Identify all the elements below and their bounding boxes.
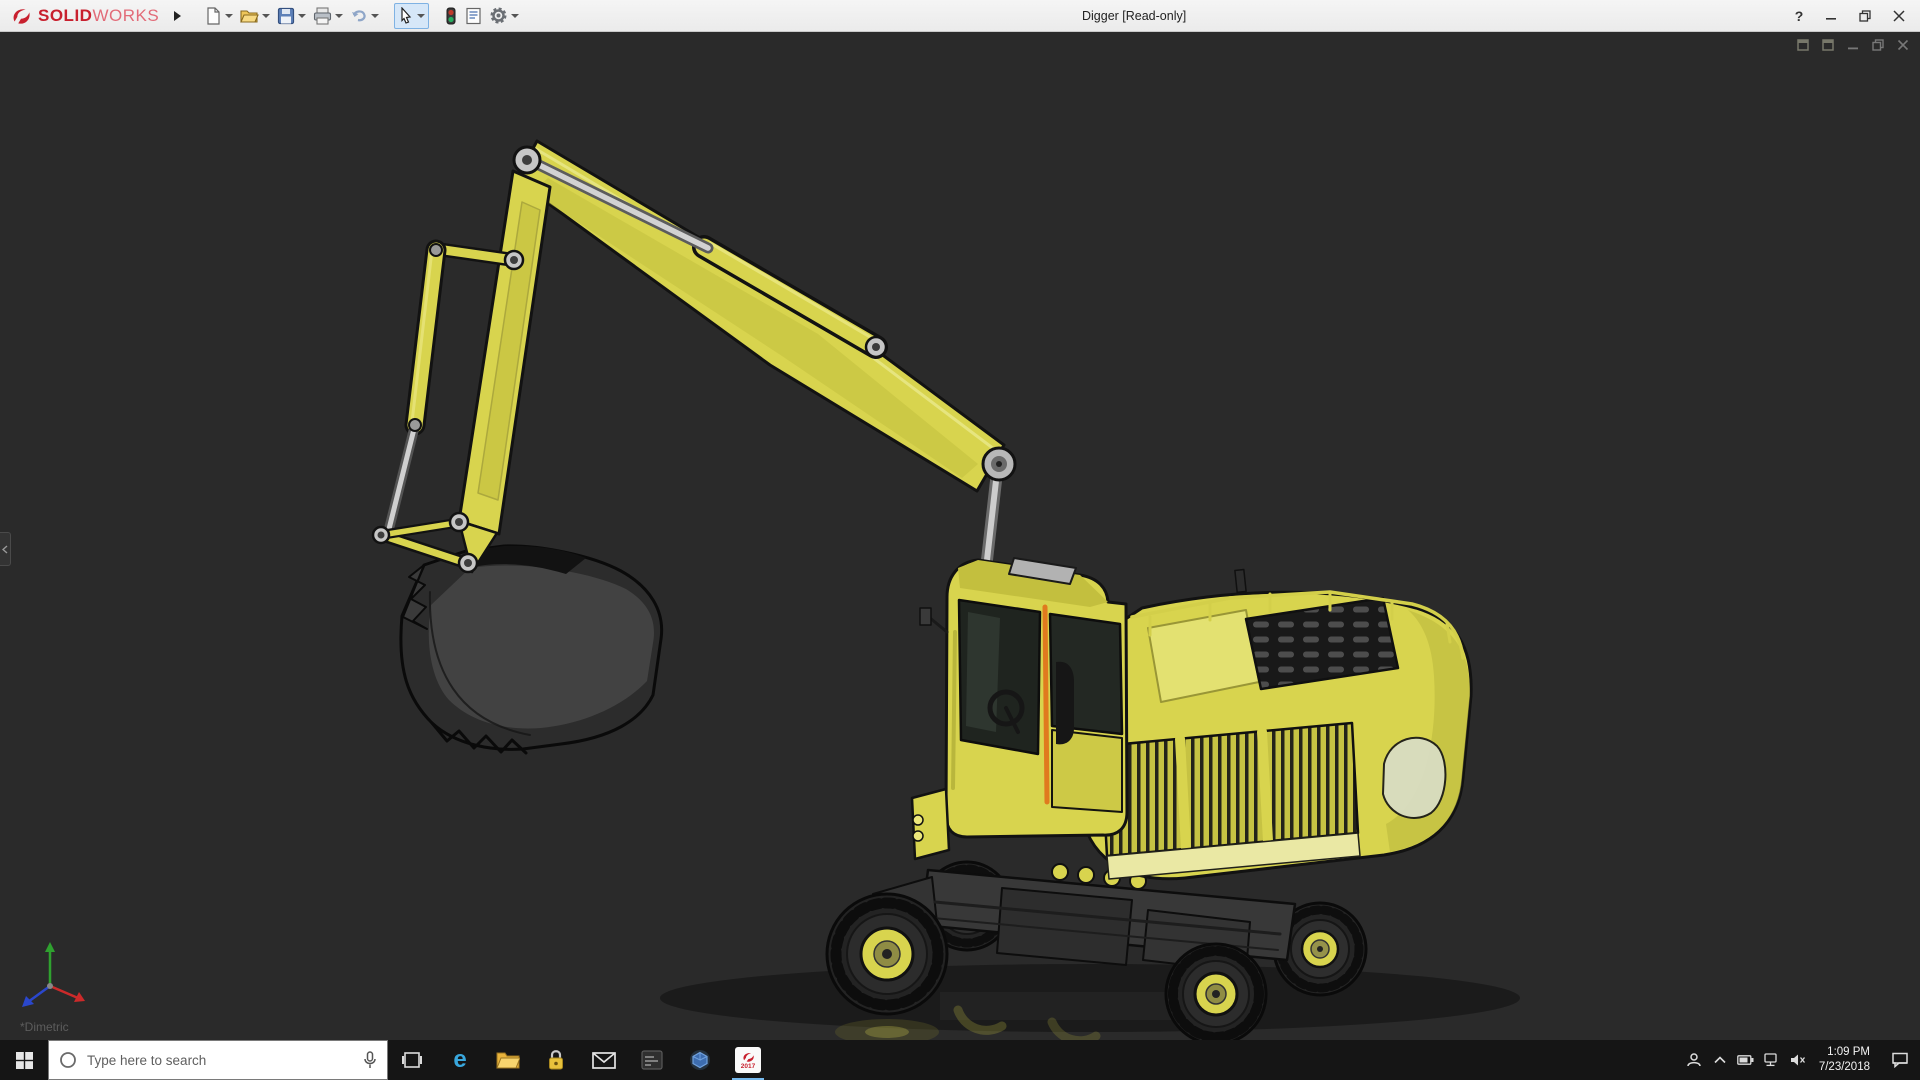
dropdown-caret[interactable]	[225, 13, 234, 18]
terminal-app-button[interactable]	[628, 1040, 676, 1080]
child-window-icon-1[interactable]	[1796, 38, 1810, 52]
file-explorer-button[interactable]	[484, 1040, 532, 1080]
windows-logo-icon	[15, 1051, 33, 1069]
file-properties-icon	[466, 7, 481, 24]
dropdown-caret[interactable]	[298, 13, 307, 18]
cad-viewer-app-button[interactable]	[676, 1040, 724, 1080]
start-button[interactable]	[0, 1040, 48, 1080]
gear-icon	[490, 7, 507, 24]
dropdown-caret[interactable]	[335, 13, 344, 18]
ethernet-icon	[1764, 1053, 1777, 1067]
search-placeholder: Type here to search	[87, 1052, 207, 1068]
file-properties-button[interactable]	[462, 3, 485, 29]
orientation-triad[interactable]	[12, 928, 92, 1014]
clock-date: 7/23/2018	[1818, 1061, 1870, 1073]
chevron-up-icon	[1714, 1056, 1726, 1064]
open-folder-icon	[240, 9, 260, 23]
ds-logo-icon	[13, 8, 30, 24]
action-center-button[interactable]	[1880, 1040, 1920, 1080]
new-document-button[interactable]	[201, 3, 236, 29]
battery-icon	[1737, 1055, 1754, 1065]
select-cursor-icon	[401, 7, 412, 24]
window-title: Digger [Read-only]	[1081, 8, 1187, 23]
clock-time: 1:09 PM	[1827, 1046, 1870, 1059]
open-button[interactable]	[237, 3, 273, 29]
blue-cube-icon	[690, 1050, 710, 1070]
dropdown-caret[interactable]	[417, 13, 426, 18]
chevron-left-icon	[2, 544, 8, 554]
standard-toolbar	[201, 2, 522, 29]
file-explorer-icon	[496, 1052, 520, 1069]
speaker-icon	[1790, 1054, 1805, 1066]
print-icon	[314, 6, 332, 25]
close-button[interactable]	[1884, 4, 1914, 28]
terminal-icon	[641, 1050, 663, 1070]
mail-envelope-icon	[592, 1051, 616, 1069]
edge-browser-button[interactable]: e	[436, 1040, 484, 1080]
minimize-icon	[1826, 17, 1836, 20]
task-view-button[interactable]	[388, 1040, 436, 1080]
solidworks-year-label: 2017	[740, 1062, 756, 1070]
expand-arrow-icon	[173, 10, 181, 21]
system-tray: 1:09 PM 7/23/2018	[1681, 1040, 1920, 1080]
view-orientation-label: *Dimetric	[20, 1020, 69, 1034]
notification-bubble-icon	[1892, 1052, 1908, 1068]
titlebar: SOLIDWORKS Digger [Read-only] ?	[0, 0, 1920, 32]
security-app-button[interactable]	[532, 1040, 580, 1080]
rebuild-button[interactable]	[441, 3, 461, 29]
minimize-button[interactable]	[1816, 4, 1846, 28]
volume-tray-button[interactable]	[1785, 1040, 1811, 1080]
taskbar: Type here to search e 2017 1:09 PM 7/23/…	[0, 1040, 1920, 1080]
child-window-icon-2[interactable]	[1821, 38, 1835, 52]
save-button[interactable]	[274, 3, 309, 29]
solidworks-logo: SOLIDWORKS	[6, 5, 167, 27]
rebuild-stoplight-icon	[446, 7, 456, 24]
save-icon	[278, 7, 295, 24]
cortana-circle-icon	[60, 1052, 76, 1068]
new-document-icon	[207, 6, 220, 25]
feature-panel-collapse-arrow[interactable]	[0, 532, 11, 566]
child-close-icon[interactable]	[1896, 38, 1910, 52]
search-input[interactable]: Type here to search	[48, 1040, 388, 1080]
options-button[interactable]	[486, 3, 522, 29]
undo-button[interactable]	[347, 3, 382, 29]
dropdown-caret[interactable]	[511, 13, 520, 18]
select-tool-button[interactable]	[394, 2, 430, 29]
dropdown-caret[interactable]	[371, 13, 380, 18]
child-restore-icon[interactable]	[1871, 38, 1885, 52]
task-view-icon	[402, 1052, 422, 1068]
brand-text-bold: SOLID	[38, 5, 93, 25]
taskbar-clock[interactable]: 1:09 PM 7/23/2018	[1811, 1045, 1880, 1075]
document-window-controls	[1796, 38, 1910, 52]
graphics-viewport[interactable]: *Dimetric	[0, 32, 1920, 1040]
dropdown-caret[interactable]	[262, 13, 271, 18]
undo-icon	[352, 9, 366, 21]
child-minimize-icon[interactable]	[1846, 38, 1860, 52]
padlock-icon	[549, 1050, 563, 1070]
print-button[interactable]	[310, 3, 346, 29]
close-icon	[1893, 9, 1905, 22]
solidworks-2017-icon: 2017	[735, 1047, 761, 1073]
battery-tray-button[interactable]	[1733, 1040, 1759, 1080]
help-button[interactable]: ?	[1786, 4, 1812, 28]
hidden-icons-button[interactable]	[1707, 1040, 1733, 1080]
solidworks-app-button[interactable]: 2017	[724, 1040, 772, 1080]
brand-text-light: WORKS	[92, 5, 160, 25]
microphone-icon[interactable]	[363, 1051, 377, 1069]
window-controls: ?	[1786, 4, 1914, 28]
user-icon	[1687, 1053, 1701, 1067]
mail-app-button[interactable]	[580, 1040, 628, 1080]
excavator-3d-model[interactable]	[0, 32, 1920, 1040]
network-tray-button[interactable]	[1759, 1040, 1785, 1080]
people-tray-button[interactable]	[1681, 1040, 1707, 1080]
restore-icon	[1859, 9, 1871, 22]
menu-expand-arrow[interactable]	[167, 5, 187, 27]
restore-button[interactable]	[1850, 4, 1880, 28]
edge-icon: e	[453, 1046, 467, 1073]
